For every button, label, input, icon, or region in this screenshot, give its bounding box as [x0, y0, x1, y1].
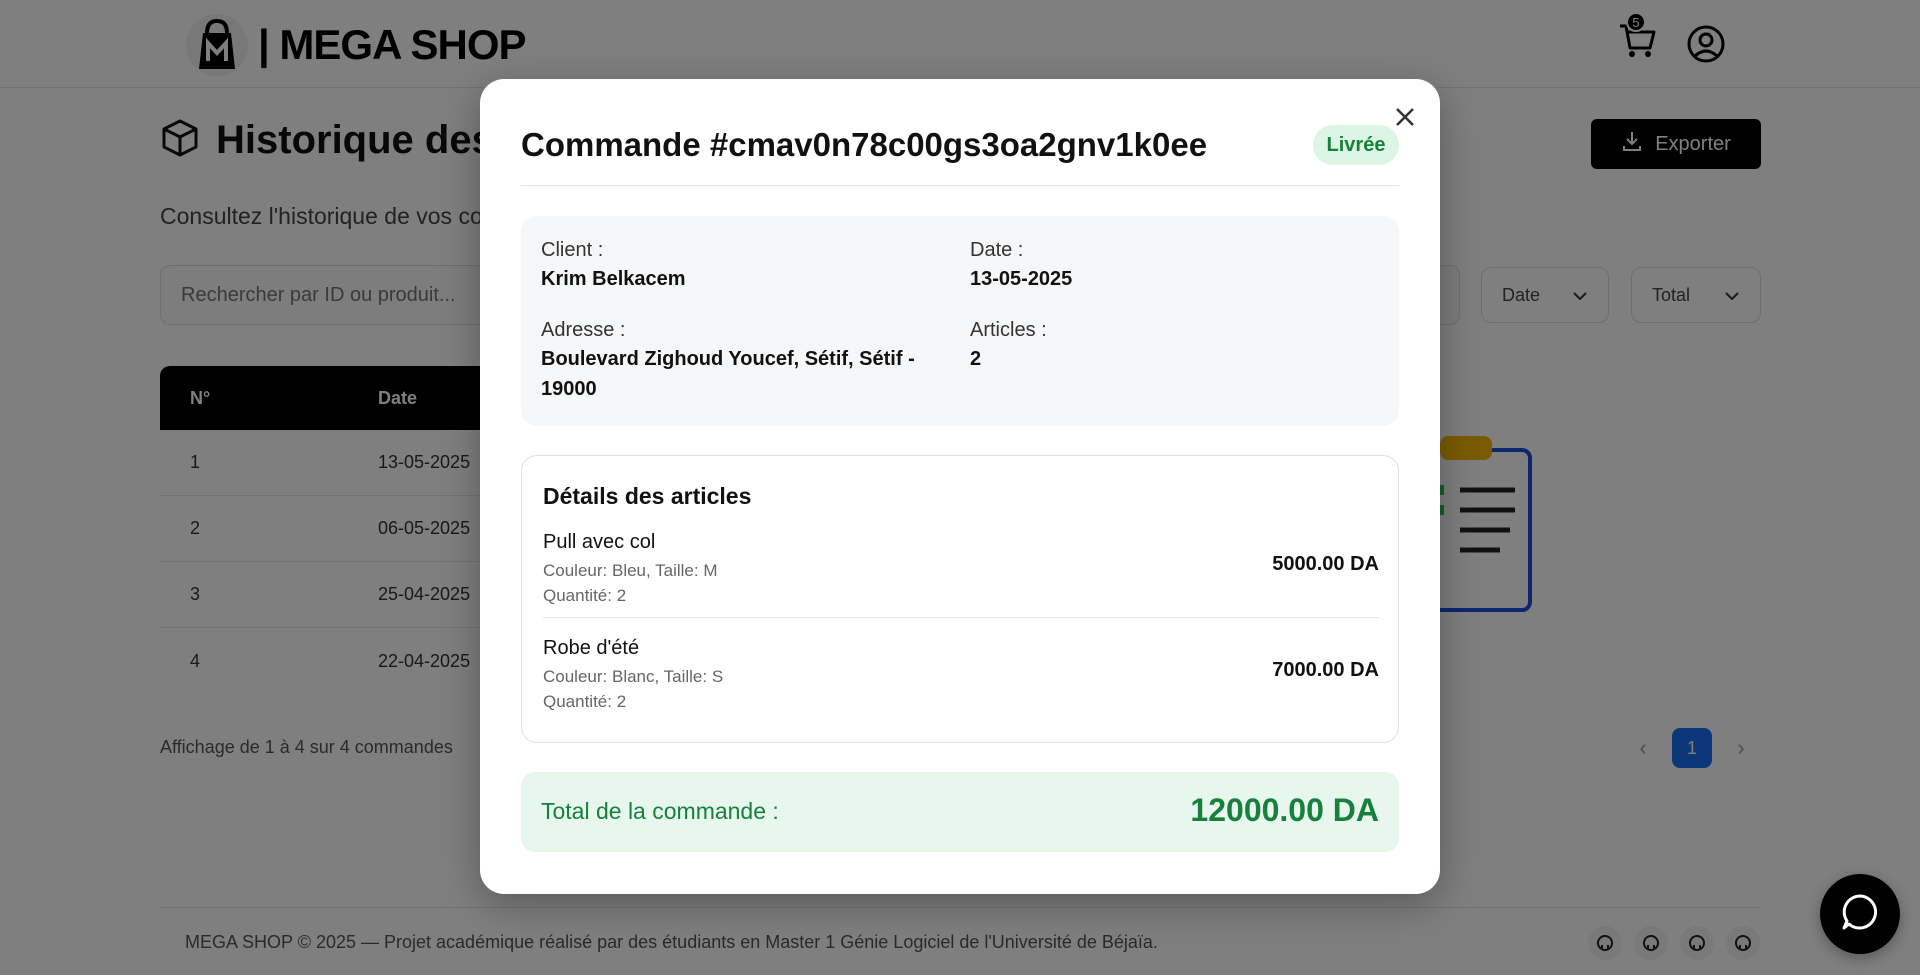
- total-value: 12000.00 DA: [1190, 792, 1379, 828]
- item-price: 7000.00 DA: [1272, 659, 1379, 681]
- items-title: Détails des articles: [543, 483, 752, 509]
- articles-value: 2: [970, 348, 982, 370]
- order-total-panel: Total de la commande : 12000.00 DA: [521, 772, 1399, 852]
- client-label: Client :: [541, 239, 604, 261]
- address-label: Adresse :: [541, 319, 626, 341]
- item-name: Pull avec col: [543, 531, 656, 553]
- close-icon[interactable]: [1390, 102, 1420, 132]
- item-name: Robe d'été: [543, 637, 640, 659]
- item-price: 5000.00 DA: [1272, 553, 1379, 575]
- list-item: Pull avec col Couleur: Bleu, Taille: M Q…: [543, 531, 1379, 631]
- client-value: Krim Belkacem: [541, 268, 686, 290]
- total-label: Total de la commande :: [541, 798, 779, 824]
- order-info-panel: Client : Krim Belkacem Date : 13-05-2025…: [521, 216, 1399, 426]
- status-badge: Livrée: [1313, 125, 1399, 165]
- chat-bubble-icon: [1840, 892, 1880, 937]
- items-panel: Détails des articles Pull avec col Coule…: [521, 455, 1399, 743]
- modal-title: Commande #cmav0n78c00gs3oa2gnv1k0ee: [521, 126, 1208, 163]
- item-attributes: Couleur: Blanc, Taille: S: [543, 667, 724, 686]
- date-label: Date :: [970, 239, 1024, 261]
- order-detail-modal: Commande #cmav0n78c00gs3oa2gnv1k0ee Livr…: [480, 79, 1440, 894]
- chat-button[interactable]: [1820, 874, 1900, 954]
- item-quantity: Quantité: 2: [543, 586, 627, 605]
- articles-label: Articles :: [970, 319, 1047, 341]
- item-attributes: Couleur: Bleu, Taille: M: [543, 561, 718, 580]
- item-quantity: Quantité: 2: [543, 692, 627, 711]
- divider: [521, 185, 1399, 186]
- divider: [543, 617, 1379, 618]
- date-value: 13-05-2025: [970, 268, 1073, 290]
- list-item: Robe d'été Couleur: Blanc, Taille: S Qua…: [543, 637, 1379, 737]
- address-value: Boulevard Zighoud Youcef, Sétif, Sétif -…: [541, 348, 915, 400]
